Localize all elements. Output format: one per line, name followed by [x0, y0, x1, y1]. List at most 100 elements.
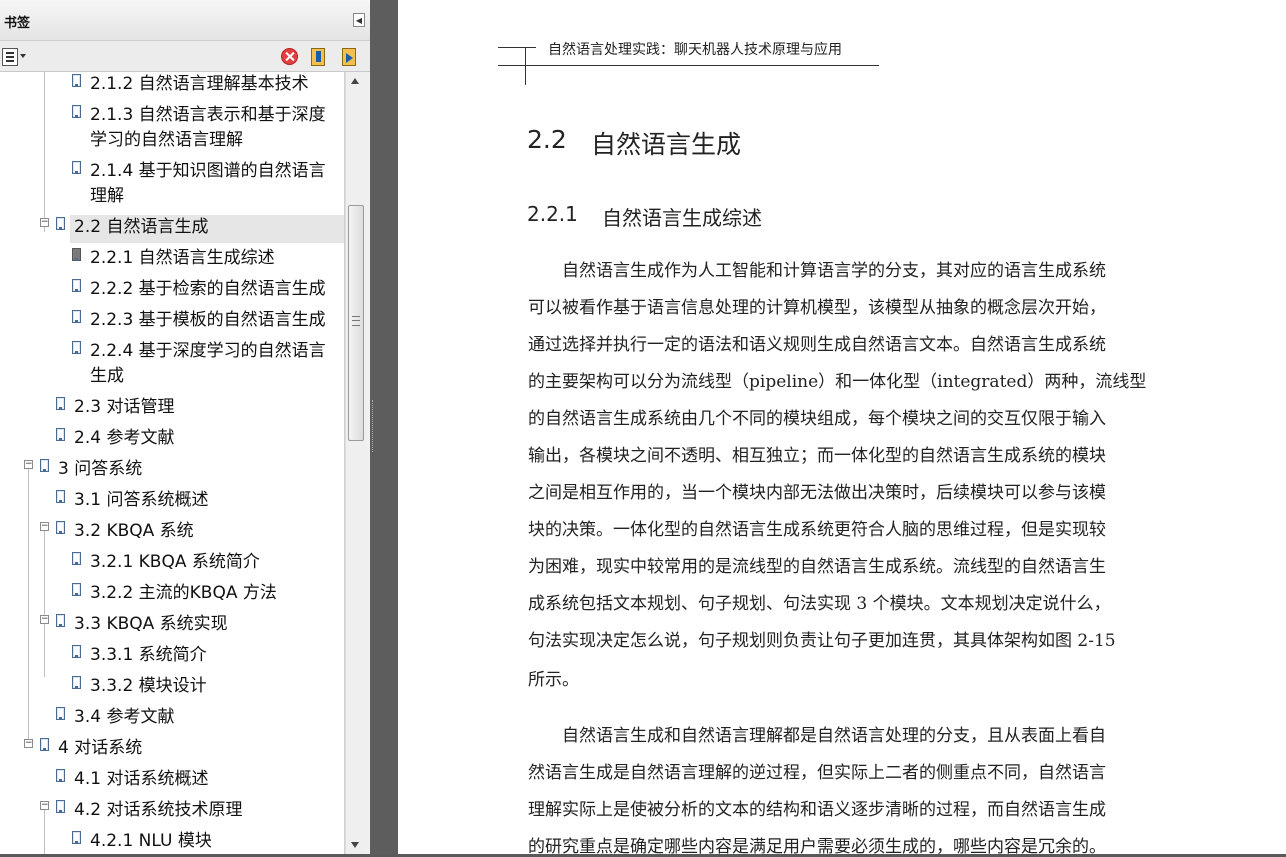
bookmark-icon [72, 645, 81, 658]
bookmark-icon [72, 279, 81, 292]
bookmark-label: 生成 [90, 366, 124, 386]
scrollbar-thumb[interactable] [348, 205, 364, 441]
bookmark-icon [56, 428, 65, 441]
bookmark-item[interactable]: 2.1.2 自然语言理解基本技术 [0, 72, 344, 100]
bookmark-item[interactable]: 2.1.4 基于知识图谱的自然语言 [0, 159, 344, 187]
bookmark-label: 2.2.4 基于深度学习的自然语言 [90, 341, 326, 361]
collapse-toggle-icon[interactable]: − [24, 460, 33, 469]
bookmark-icon [40, 459, 49, 472]
paragraph-line: 为困难，现实中较常用的是流线型的自然语言生成系统。流线型的自然语言生 [528, 557, 1106, 577]
paragraph-line: 的主要架构可以分为流线型（pipeline）和一体化型（integrated）两… [528, 372, 1147, 392]
bookmark-label: 3.2 KBQA 系统 [74, 521, 194, 541]
bookmark-icon [72, 341, 81, 354]
bookmark-item[interactable]: − 3.3 KBQA 系统实现 [0, 612, 344, 640]
bookmark-label-continuation[interactable]: 理解 [0, 184, 344, 209]
collapse-panel-button[interactable]: ◀ [353, 13, 365, 27]
bookmark-label: 理解 [90, 186, 124, 206]
bookmark-item[interactable]: 3.3.2 模块设计 [0, 674, 344, 702]
paragraph-line: 之间是相互作用的，当一个模块内部无法做出决策时，后续模块可以参与该模 [528, 483, 1106, 503]
bookmark-item[interactable]: 3.2.2 主流的KBQA 方法 [0, 581, 344, 609]
bookmark-item[interactable]: 2.3 对话管理 [0, 395, 344, 423]
bookmark-label: 2.1.3 自然语言表示和基于深度 [90, 105, 326, 125]
bookmark-icon [72, 248, 81, 261]
running-header: 自然语言处理实践：聊天机器人技术原理与应用 [548, 42, 842, 58]
bookmark-item[interactable]: 3.3.1 系统简介 [0, 643, 344, 671]
bookmark-item[interactable]: 4.1 对话系统概述 [0, 767, 344, 795]
bookmark-icon [56, 397, 65, 410]
bookmark-label: 4.1 对话系统概述 [74, 769, 209, 789]
section-number: 2.2 [527, 125, 567, 154]
collapse-toggle-icon[interactable]: − [40, 218, 49, 227]
bookmark-label: 2.1.2 自然语言理解基本技术 [90, 74, 309, 94]
bookmark-icon [56, 217, 65, 230]
bookmark-item[interactable]: − 2.2 自然语言生成 [40, 215, 344, 243]
subsection-number: 2.2.1 [527, 202, 578, 226]
bookmark-label: 2.2 自然语言生成 [74, 217, 209, 237]
bookmark-item[interactable]: 2.2.3 基于模板的自然语言生成 [0, 308, 344, 336]
bookmark-label: 3.1 问答系统概述 [74, 490, 209, 510]
collapse-toggle-icon[interactable]: − [24, 739, 33, 748]
bookmark-label: 2.2.1 自然语言生成综述 [90, 248, 275, 268]
bookmark-label-continuation[interactable]: 学习的自然语言理解 [0, 128, 344, 153]
bookmark-icon [56, 800, 65, 813]
bookmark-item[interactable]: − 4.2 对话系统技术原理 [0, 798, 344, 826]
bookmark-icon [72, 310, 81, 323]
panel-splitter[interactable] [370, 0, 398, 854]
collapse-toggle-icon[interactable]: − [40, 522, 49, 531]
paragraph-line: 输出，各模块之间不透明、相互独立；而一体化型的自然语言生成系统的模块 [528, 446, 1106, 466]
bookmark-icon [56, 490, 65, 503]
collapse-toggle-icon[interactable]: − [40, 801, 49, 810]
bookmarks-header: 书签 ◀ [0, 0, 370, 41]
bookmark-item[interactable]: − 3.2 KBQA 系统 [0, 519, 344, 547]
header-decoration [498, 47, 536, 48]
bookmark-item[interactable]: − 3 问答系统 [0, 457, 344, 485]
paragraph-line: 句法实现决定怎么说，句子规划则负责让句子更加连贯，其具体架构如图 2-15 [528, 631, 1116, 651]
bookmark-item[interactable]: 2.1.3 自然语言表示和基于深度 [0, 103, 344, 131]
bookmark-label: 3 问答系统 [58, 459, 143, 479]
bookmark-item[interactable]: 2.4 参考文献 [0, 426, 344, 454]
bookmark-item[interactable]: 3.4 参考文献 [0, 705, 344, 733]
collapse-toggle-icon[interactable]: − [40, 615, 49, 624]
bookmark-label-continuation[interactable]: 生成 [0, 364, 344, 389]
bookmark-item[interactable]: 4.2.1 NLU 模块 [0, 829, 344, 854]
header-decoration [525, 47, 526, 85]
paragraph-line: 然语言生成是自然语言理解的逆过程，但实际上二者的侧重点不同，自然语言 [528, 763, 1106, 783]
bookmark-icon [56, 614, 65, 627]
bookmark-icon [40, 738, 49, 751]
options-dropdown-icon[interactable] [20, 54, 26, 58]
expand-bookmark-icon[interactable] [342, 48, 356, 66]
bookmark-label: 4.2 对话系统技术原理 [74, 800, 243, 820]
scroll-up-icon[interactable] [351, 78, 359, 84]
options-menu-icon[interactable] [2, 48, 18, 66]
header-rule [498, 65, 879, 66]
scroll-down-icon[interactable] [351, 842, 359, 848]
bookmark-item[interactable]: − 4 对话系统 [0, 736, 344, 764]
bookmark-item[interactable]: 3.1 问答系统概述 [0, 488, 344, 516]
bookmark-label: 2.4 参考文献 [74, 428, 175, 448]
bookmarks-title: 书签 [4, 16, 31, 31]
bookmark-tree: 2.1.2 自然语言理解基本技术 2.1.3 自然语言表示和基于深度学习的自然语言… [0, 72, 345, 854]
bookmark-label: 2.2.3 基于模板的自然语言生成 [90, 310, 326, 330]
bookmark-item[interactable]: 2.2.2 基于检索的自然语言生成 [0, 277, 344, 305]
bookmark-label: 2.1.4 基于知识图谱的自然语言 [90, 161, 326, 181]
scrollbar-grip-icon [352, 316, 360, 326]
bookmark-item[interactable]: 3.2.1 KBQA 系统简介 [0, 550, 344, 578]
bookmark-label: 3.4 参考文献 [74, 707, 175, 727]
bookmark-icon [56, 521, 65, 534]
bookmark-icon [72, 583, 81, 596]
bookmark-label: 3.3.2 模块设计 [90, 676, 207, 696]
new-bookmark-icon[interactable] [311, 48, 325, 66]
bookmark-label: 4.2.1 NLU 模块 [90, 831, 212, 851]
bookmark-label: 3.3 KBQA 系统实现 [74, 614, 228, 634]
bookmark-icon [56, 707, 65, 720]
bookmark-item[interactable]: 2.2.1 自然语言生成综述 [0, 246, 344, 274]
paragraph-line: 的自然语言生成系统由几个不同的模块组成，每个模块之间的交互仅限于输入 [528, 409, 1106, 429]
bookmark-item[interactable]: 2.2.4 基于深度学习的自然语言 [0, 339, 344, 367]
bookmark-label: 2.3 对话管理 [74, 397, 175, 417]
subsection-title: 自然语言生成综述 [602, 206, 762, 230]
bookmark-icon [72, 161, 81, 174]
delete-bookmark-icon[interactable] [281, 48, 298, 65]
bookmarks-scrollbar[interactable] [345, 72, 366, 854]
paragraph-line: 所示。 [528, 670, 579, 690]
section-title: 自然语言生成 [591, 130, 742, 159]
